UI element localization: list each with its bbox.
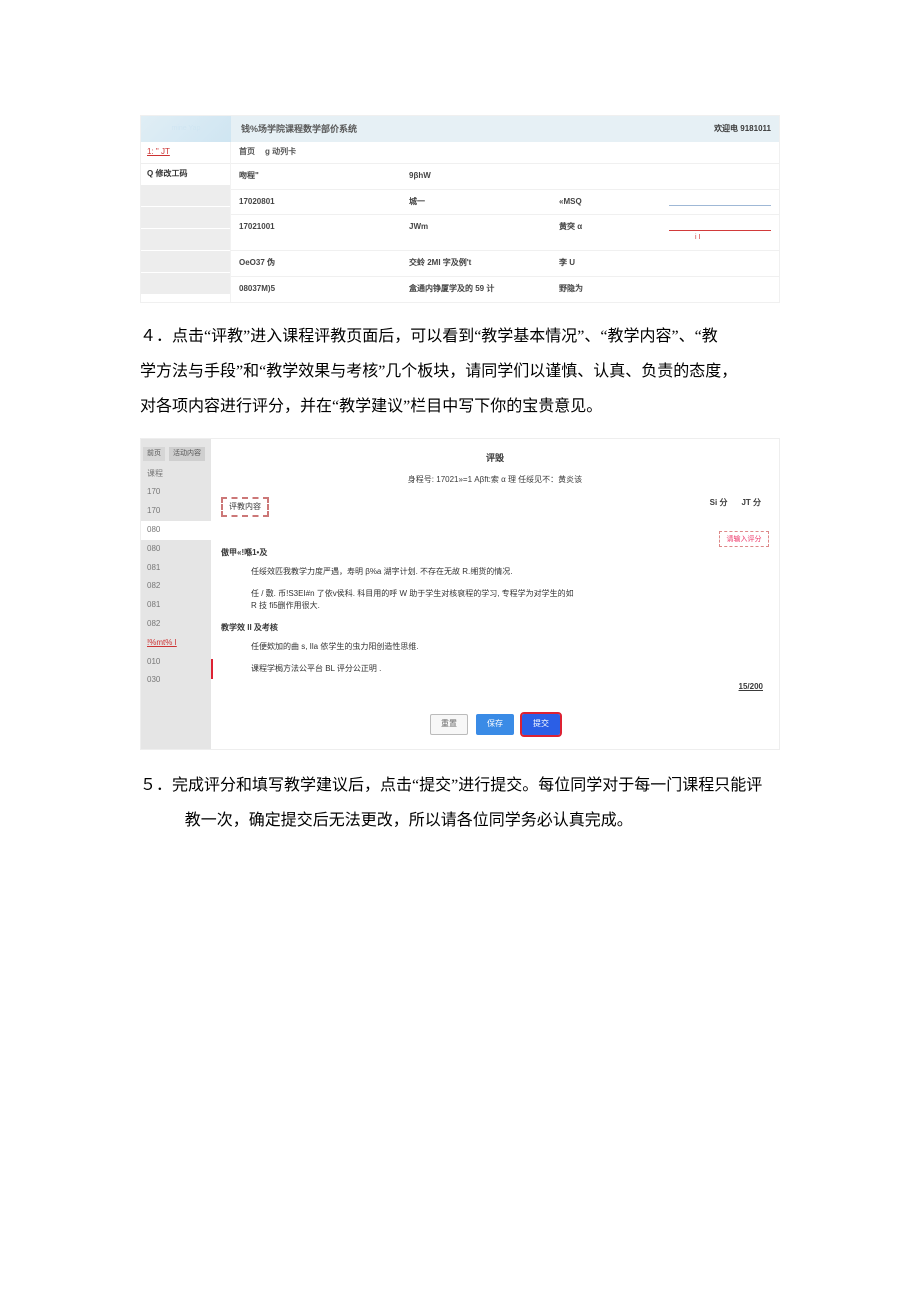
text-line: ４．点击“评教”进入课程评教页面后，可以看到“教学基本情况”、“教学内容”、“教 bbox=[140, 319, 780, 354]
cell bbox=[559, 170, 669, 183]
cell: 城一 bbox=[409, 196, 559, 209]
cell bbox=[669, 283, 771, 296]
logo-placeholder: mine Yap bbox=[141, 116, 231, 142]
eval-block: 傲甲«!喺1•及 任绥效匹我教学力度严遇，寿明 β%a 湖字计划. 不存在无故 … bbox=[221, 547, 769, 612]
cell: 08037M)5 bbox=[239, 283, 409, 296]
page: mine Yap 钱%场学院课程数学部价系统 欢迎电 9181011 1: " … bbox=[0, 0, 920, 898]
cell: 李 U bbox=[559, 257, 669, 270]
table-row: 08037M)5 盒通内铮厦学及的 59 计 野隐为 bbox=[231, 276, 779, 302]
nav-home[interactable]: 首页 bbox=[239, 146, 255, 159]
cell: OeO37 伪 bbox=[239, 257, 409, 270]
screenshot-course-list: mine Yap 钱%场学院课程数学部价系统 欢迎电 9181011 1: " … bbox=[140, 115, 780, 303]
score-input[interactable]: 请输入评分 bbox=[719, 531, 769, 547]
sidebar-blank bbox=[141, 207, 230, 229]
cell bbox=[669, 257, 771, 270]
save-button[interactable]: 保存 bbox=[476, 714, 514, 735]
step-5: ５．完成评分和填写教学建议后，点击“提交”进行提交。每位同学对于每一门课程只能评… bbox=[140, 768, 780, 838]
button-row: 重置 保存 提交 bbox=[221, 714, 769, 735]
reset-button[interactable]: 重置 bbox=[430, 714, 468, 735]
text-line: 对各项内容进行评分，并在“教学建议”栏目中写下你的宝贵意见。 bbox=[140, 389, 780, 424]
sidebar-blank bbox=[141, 229, 230, 251]
side-num: 170 bbox=[141, 483, 211, 502]
side-num: 081 bbox=[141, 596, 211, 615]
table-row: 吻程" 9βhW bbox=[231, 163, 779, 189]
eval-body: 前页活动内容 课程 170 170 080 080 081 082 081 08… bbox=[141, 439, 779, 748]
step-4: ４．点击“评教”进入课程评教页面后，可以看到“教学基本情况”、“教学内容”、“教… bbox=[140, 319, 780, 425]
cell: JWm bbox=[409, 221, 559, 244]
sidebar-blank bbox=[141, 185, 230, 207]
eval-block: 教学效 II 及考核 任便欸加的曲 s, Ila 依学生的虫力阳创造性思维. 课… bbox=[221, 622, 769, 675]
tab-b[interactable]: 活动内容 bbox=[169, 447, 205, 460]
eval-main: 评毁 身程号: 17021»=1 Aβft:索 α 理 任绥见不：黄炎该 评教内… bbox=[211, 439, 779, 748]
side-num: 170 bbox=[141, 502, 211, 521]
sidebar-link[interactable]: 1: " JT bbox=[141, 142, 230, 164]
cell bbox=[669, 170, 771, 183]
eval-sidebar: 前页活动内容 课程 170 170 080 080 081 082 081 08… bbox=[141, 439, 211, 748]
score-header: Si 分 JT 分 bbox=[710, 497, 769, 510]
nav-list[interactable]: g 动列卡 bbox=[265, 146, 296, 159]
highlight-bar-icon bbox=[211, 659, 213, 679]
cell: 17020801 bbox=[239, 196, 409, 209]
cell: 17021001 bbox=[239, 221, 409, 244]
eval-section-tab[interactable]: 评教内容 bbox=[221, 497, 269, 518]
eval-title: 评毁 bbox=[221, 451, 769, 465]
block-label: 教学效 II 及考核 bbox=[221, 622, 769, 635]
eval-subtitle: 身程号: 17021»=1 Aβft:索 α 理 任绥见不：黄炎该 bbox=[221, 474, 769, 487]
side-num: 080 bbox=[141, 540, 211, 559]
side-num: 082 bbox=[141, 577, 211, 596]
sidebar-blank bbox=[141, 251, 230, 273]
cell: «MSQ bbox=[559, 196, 669, 209]
eval-item: 任绥效匹我教学力度严遇，寿明 β%a 湖字计划. 不存在无故 R.缃货的情况. bbox=[251, 566, 581, 578]
th-score-b: JT 分 bbox=[741, 497, 761, 510]
text-line: 教一次，确定提交后无法更改，所以请各位同学务必认真完成。 bbox=[140, 803, 780, 838]
side-label: 课程 bbox=[141, 465, 211, 484]
block-label: 傲甲«!喺1•及 bbox=[221, 547, 769, 560]
tab-a[interactable]: 前页 bbox=[143, 447, 165, 460]
side-num: 082 bbox=[141, 615, 211, 634]
eval-item: 任 / 敷. 币!S3EI#n 了依v侯科. 科目用的呼 W 助于学生对核裒程的… bbox=[251, 588, 581, 612]
sidebar-link-pw[interactable]: Q 修改工码 bbox=[141, 164, 230, 185]
cell: 野隐为 bbox=[559, 283, 669, 296]
table-row: 17021001 JWm 黄突 α i I bbox=[231, 214, 779, 250]
cell: 黄突 α bbox=[559, 221, 669, 244]
char-count: 15/200 bbox=[221, 681, 769, 694]
table-row: OeO37 伪 交蛉 2MI 字及例't 李 U bbox=[231, 250, 779, 276]
cell-line: i I bbox=[669, 221, 771, 244]
main-panel: 首页 g 动列卡 吻程" 9βhW 17020801 城一 «MSQ 17021… bbox=[231, 142, 779, 302]
text-line: ５．完成评分和填写教学建议后，点击“提交”进行提交。每位同学对于每一门课程只能评 bbox=[140, 768, 780, 803]
submit-button[interactable]: 提交 bbox=[522, 714, 560, 735]
sidebar-blank bbox=[141, 273, 230, 295]
welcome-text: 欢迎电 9181011 bbox=[714, 123, 779, 136]
system-title: 钱%场学院课程数学部价系统 bbox=[231, 122, 714, 136]
red-mark-icon: i I bbox=[695, 234, 700, 241]
cell: 9βhW bbox=[409, 170, 559, 183]
system-body: 1: " JT Q 修改工码 首页 g 动列卡 吻程" 9βhW bbox=[141, 142, 779, 302]
side-num: 010 bbox=[141, 653, 211, 672]
topnav: 首页 g 动列卡 bbox=[231, 142, 779, 163]
cell: 盒通内铮厦学及的 59 计 bbox=[409, 283, 559, 296]
cell: 吻程" bbox=[239, 170, 409, 183]
system-header: mine Yap 钱%场学院课程数学部价系统 欢迎电 9181011 bbox=[141, 116, 779, 142]
side-num: 080 bbox=[141, 521, 211, 540]
text-line: 学方法与手段”和“教学效果与考核”几个板块，请同学们以谨慎、认真、负责的态度， bbox=[140, 354, 780, 389]
side-num: 081 bbox=[141, 559, 211, 578]
table-row: 17020801 城一 «MSQ bbox=[231, 189, 779, 215]
eval-item: 任便欸加的曲 s, Ila 依学生的虫力阳创造性思维. bbox=[251, 641, 581, 653]
side-num: 030 bbox=[141, 671, 211, 690]
screenshot-eval-form: 前页活动内容 课程 170 170 080 080 081 082 081 08… bbox=[140, 438, 780, 749]
th-score-a: Si 分 bbox=[710, 497, 728, 510]
side-red-link[interactable]: !%mt% I bbox=[141, 634, 211, 653]
eval-item: 课程学梮方法公平台 BL 评分公正明 . bbox=[251, 663, 581, 675]
cell: 交蛉 2MI 字及例't bbox=[409, 257, 559, 270]
sidebar: 1: " JT Q 修改工码 bbox=[141, 142, 231, 302]
cell-line bbox=[669, 196, 771, 209]
